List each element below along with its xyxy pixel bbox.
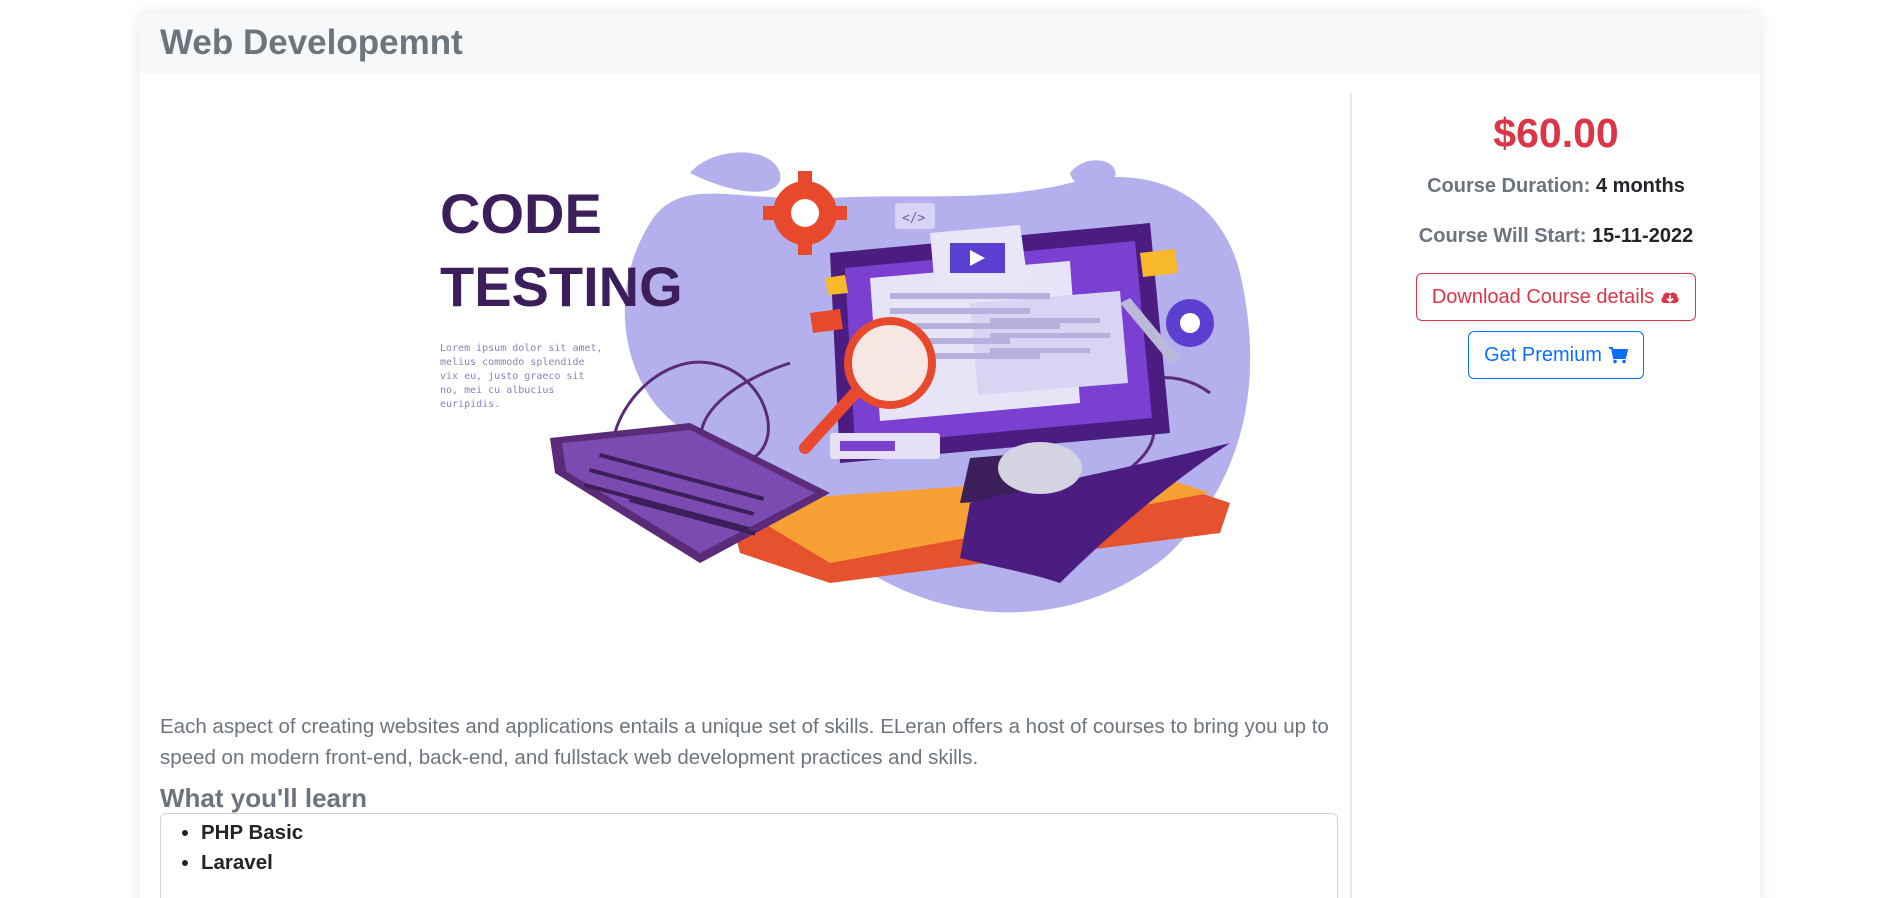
- course-price: $60.00: [1493, 110, 1619, 156]
- course-main-column: CODE TESTING Lorem ipsum dolor sit amet,…: [140, 93, 1352, 898]
- course-card: Web Developemnt CODE TESTING Lorem ipsum…: [140, 13, 1760, 898]
- start-label: Course Will Start:: [1418, 225, 1587, 247]
- learn-item: PHP Basic: [201, 818, 1337, 848]
- hero-heading-line2: TESTING: [440, 255, 683, 318]
- svg-text:Lorem ipsum dolor sit amet,: Lorem ipsum dolor sit amet,: [440, 343, 603, 354]
- learn-item: Laravel: [201, 848, 1337, 878]
- course-description: Each aspect of creating websites and app…: [160, 715, 1329, 769]
- hero-heading-line1: CODE: [440, 182, 602, 245]
- card-header: Web Developemnt: [140, 13, 1760, 73]
- download-course-details-button[interactable]: Download Course details: [1415, 273, 1697, 321]
- learn-section-title: What you'll learn: [160, 783, 367, 813]
- hero-lorem-text: Lorem ipsum dolor sit amet, melius commo…: [440, 343, 603, 410]
- duration-value: 4 months: [1596, 175, 1685, 197]
- cloud-download-icon: [1660, 289, 1680, 305]
- svg-text:no, mei cu albucius: no, mei cu albucius: [440, 385, 554, 396]
- premium-button-label: Get Premium: [1484, 343, 1602, 366]
- course-title: Web Developemnt: [160, 23, 463, 62]
- course-start: Course Will Start: 15-11-2022: [1352, 224, 1760, 248]
- course-duration: Course Duration: 4 months: [1352, 174, 1760, 198]
- cart-icon: [1608, 346, 1628, 364]
- duration-label: Course Duration:: [1427, 175, 1591, 197]
- course-sidebar: $60.00 Course Duration: 4 months Course …: [1352, 93, 1760, 898]
- learn-list-box: PHP Basic Laravel: [160, 813, 1338, 898]
- course-hero-image: CODE TESTING Lorem ipsum dolor sit amet,…: [270, 103, 1330, 663]
- svg-text:</>: </>: [902, 211, 926, 226]
- learn-list: PHP Basic Laravel: [201, 818, 1337, 878]
- svg-text:euripidis.: euripidis.: [440, 399, 500, 410]
- get-premium-button[interactable]: Get Premium: [1468, 331, 1644, 379]
- start-value: 15-11-2022: [1591, 225, 1694, 247]
- svg-text:melius commodo splendide: melius commodo splendide: [440, 357, 585, 368]
- download-button-label: Download Course details: [1431, 285, 1655, 308]
- svg-text:vix eu, justo graeco sit: vix eu, justo graeco sit: [440, 371, 585, 382]
